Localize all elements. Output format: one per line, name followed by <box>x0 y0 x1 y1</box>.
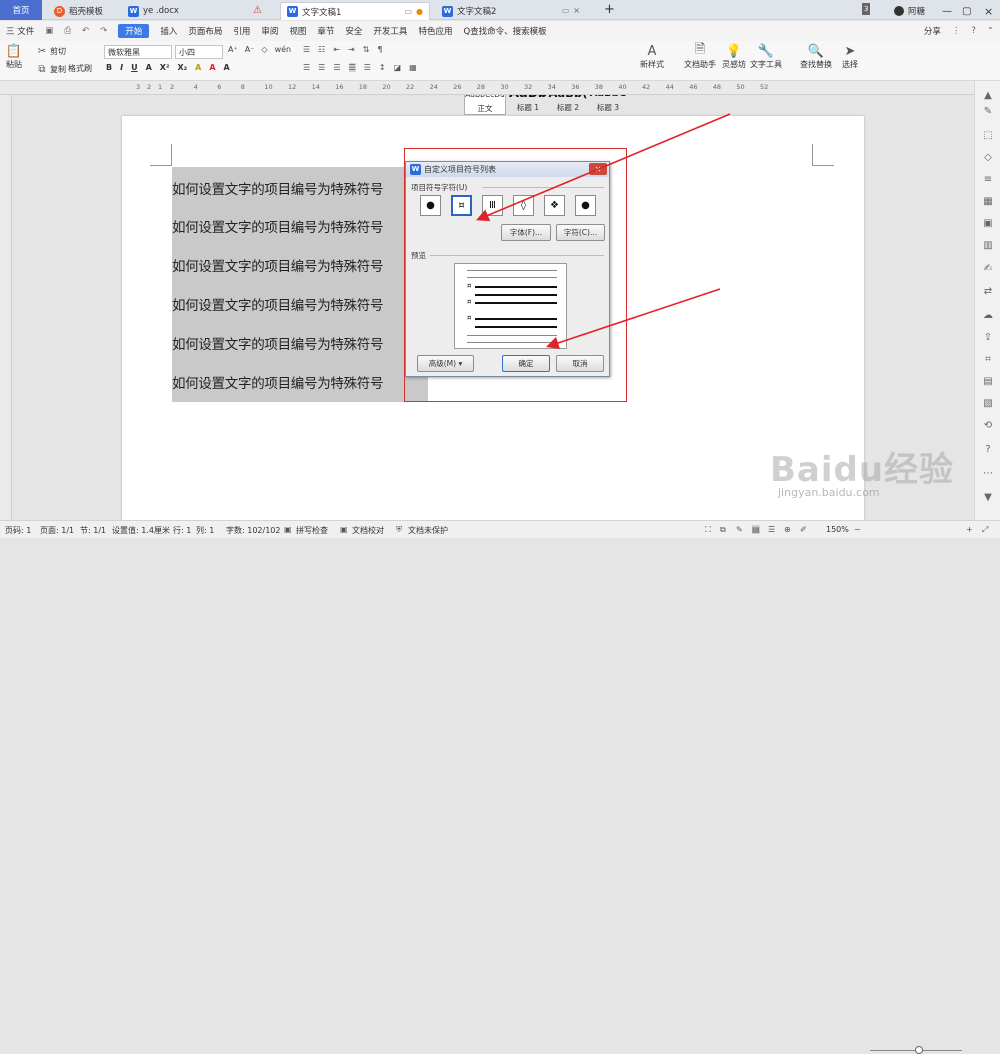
zoom-slider-thumb[interactable] <box>915 1046 923 1054</box>
arrow-to-preview <box>545 288 721 350</box>
web-view-icon[interactable]: ⊕ <box>784 525 791 534</box>
fit-page-icon[interactable]: ⤢ <box>982 525 988 535</box>
watermark-brand: Baidu经验 <box>770 450 955 490</box>
status-position: 设置值: 1.4厘米 <box>112 526 170 535</box>
status-word-count[interactable]: 字数: 102/102 <box>226 525 280 536</box>
status-page[interactable]: 页面: 1/1 <box>40 525 74 536</box>
spellcheck-icon: ▣ <box>284 525 292 534</box>
baidu-watermark-logo: Baidu经验 <box>770 442 954 491</box>
status-row: 行: 1 <box>173 526 192 535</box>
proofread-icon: ▣ <box>340 525 348 534</box>
status-page-number[interactable]: 页码: 1 <box>5 525 31 536</box>
read-mode-icon[interactable]: ✎ <box>736 525 743 534</box>
status-col: 列: 1 <box>196 526 215 535</box>
watermark-url-text: jingyan.baidu.com <box>778 486 880 499</box>
outline-view-icon[interactable]: ☰ <box>768 525 775 534</box>
status-proofread[interactable]: 文档校对 <box>352 525 384 536</box>
focus-mode-icon[interactable]: ⧉ <box>720 525 726 535</box>
status-spellcheck[interactable]: 拼写检查 <box>296 525 328 536</box>
zoom-level[interactable]: 150% <box>826 525 849 534</box>
arrow-to-bullet <box>476 113 731 222</box>
page-view-icon[interactable]: ▤ <box>752 525 760 534</box>
shield-icon: ⛨ <box>396 525 402 534</box>
fullscreen-icon[interactable]: ⛶ <box>705 525 711 535</box>
watermark-url: jingyan.baidu.com <box>778 486 880 499</box>
zoom-in-icon[interactable]: + <box>966 525 973 534</box>
status-section: 节: 1/1 <box>80 526 107 535</box>
status-bar: 页码: 1 页面: 1/1 节: 1/1 设置值: 1.4厘米 行: 1 列: … <box>0 520 1000 1054</box>
zoom-out-icon[interactable]: − <box>854 525 861 534</box>
status-protection[interactable]: 文档未保护 <box>408 525 448 536</box>
write-mode-icon[interactable]: ✐ <box>800 525 807 534</box>
